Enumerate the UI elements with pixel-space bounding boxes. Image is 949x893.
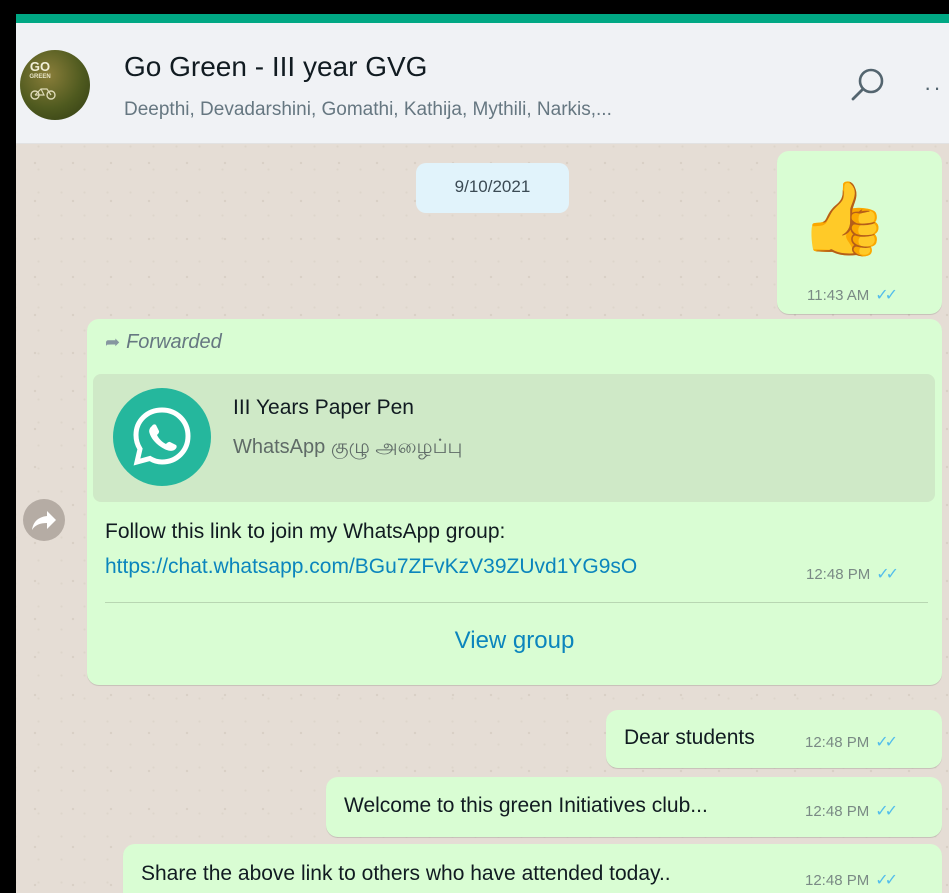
message-time: 12:48 PM ✓✓ <box>805 872 898 889</box>
message-text: Share the above link to others who have … <box>141 862 671 885</box>
whatsapp-logo-icon <box>113 388 211 486</box>
message-text: Welcome to this green Initiatives club..… <box>344 794 708 817</box>
message-text: Follow this link to join my WhatsApp gro… <box>105 520 506 543</box>
avatar-logo-subtext: GREEN <box>29 74 51 80</box>
accent-bar <box>16 14 949 23</box>
chat-header[interactable]: GO GREEN Go Green - III year GVG Deepthi… <box>16 23 949 144</box>
double-check-icon: ✓✓ <box>876 566 899 583</box>
screenshot-frame: GO GREEN Go Green - III year GVG Deepthi… <box>0 0 949 893</box>
bicycle-icon <box>30 88 56 100</box>
message-list[interactable]: 9/10/2021 👍 11:43 AM ✓✓ ➦ Forwarded III … <box>16 144 949 893</box>
forward-arrow-icon: ➦ <box>105 332 121 352</box>
preview-subtitle: WhatsApp குழு அழைப்பு <box>233 436 463 458</box>
group-title[interactable]: Go Green - III year GVG <box>124 51 427 83</box>
message-time: 12:48 PM ✓✓ <box>806 566 899 583</box>
group-participants[interactable]: Deepthi, Devadarshini, Gomathi, Kathija,… <box>124 99 612 121</box>
double-check-icon: ✓✓ <box>875 872 898 889</box>
message-bubble-text[interactable]: Welcome to this green Initiatives club..… <box>326 777 942 837</box>
avatar-logo-text: GO <box>29 59 51 74</box>
message-bubble-emoji[interactable]: 👍 11:43 AM ✓✓ <box>777 151 942 314</box>
double-check-icon: ✓✓ <box>875 734 898 751</box>
double-check-icon: ✓✓ <box>875 287 898 304</box>
message-time: 12:48 PM ✓✓ <box>805 734 898 751</box>
thumbs-up-emoji: 👍 <box>799 179 889 259</box>
group-invite-preview[interactable]: III Years Paper Pen WhatsApp குழு அழைப்ப… <box>93 374 935 502</box>
message-time: 12:48 PM ✓✓ <box>805 803 898 820</box>
menu-icon[interactable]: ·· <box>924 75 943 101</box>
invite-link[interactable]: https://chat.whatsapp.com/BGu7ZFvKzV39ZU… <box>105 555 637 579</box>
message-text: Dear students <box>624 726 755 749</box>
message-bubble-text[interactable]: Share the above link to others who have … <box>123 844 942 893</box>
bubble-divider <box>105 602 928 603</box>
message-bubble-forwarded[interactable]: ➦ Forwarded III Years Paper Pen WhatsApp … <box>87 319 942 685</box>
preview-title: III Years Paper Pen <box>233 396 414 419</box>
message-bubble-text[interactable]: Dear students 12:48 PM ✓✓ <box>606 710 942 768</box>
message-time: 11:43 AM ✓✓ <box>807 287 898 304</box>
view-group-button[interactable]: View group <box>87 627 942 655</box>
group-avatar[interactable]: GO GREEN <box>20 50 90 120</box>
search-icon[interactable] <box>848 65 888 105</box>
share-button[interactable] <box>23 499 65 541</box>
share-icon <box>32 511 56 530</box>
double-check-icon: ✓✓ <box>875 803 898 820</box>
date-divider: 9/10/2021 <box>416 163 569 213</box>
forwarded-label: ➦ Forwarded <box>105 331 222 353</box>
chat-window: GO GREEN Go Green - III year GVG Deepthi… <box>16 23 949 893</box>
